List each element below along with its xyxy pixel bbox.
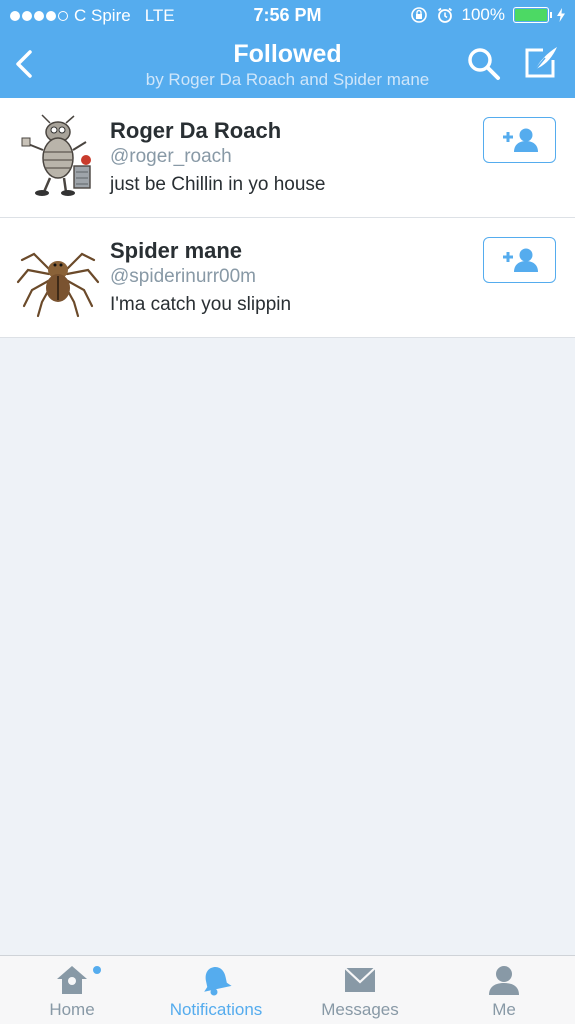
tab-me[interactable]: Me	[432, 956, 575, 1024]
user-bio: just be Chillin in yo house	[110, 174, 326, 195]
rotation-lock-icon	[410, 7, 427, 23]
roach-avatar-icon[interactable]	[16, 114, 100, 198]
alarm-icon	[437, 7, 452, 23]
tab-label: Messages	[321, 1000, 399, 1019]
top-bar: C Spire LTE 7:56 PM 100% Followed by Rog…	[0, 0, 575, 98]
charging-icon	[557, 8, 565, 22]
tab-label: Notifications	[169, 1000, 263, 1019]
search-button[interactable]	[466, 46, 502, 82]
tab-notifications[interactable]: Notifications	[144, 956, 288, 1024]
user-handle: @spiderinurr00m	[110, 266, 257, 287]
follow-button[interactable]	[483, 237, 556, 283]
tab-messages[interactable]: Messages	[288, 956, 432, 1024]
user-handle: @roger_roach	[110, 146, 232, 167]
add-user-icon	[502, 128, 538, 152]
user-list: Roger Da Roach @roger_roach just be Chil…	[0, 98, 575, 338]
status-right: 100%	[410, 5, 565, 25]
home-icon	[57, 966, 87, 994]
person-icon	[489, 966, 519, 995]
user-bio: I'ma catch you slippin	[110, 294, 292, 315]
nav-title-block: Followed by Roger Da Roach and Spider ma…	[100, 40, 475, 90]
user-row-roger[interactable]: Roger Da Roach @roger_roach just be Chil…	[0, 98, 575, 218]
spider-avatar-icon[interactable]	[16, 234, 100, 318]
follow-button[interactable]	[483, 117, 556, 163]
user-row-spider[interactable]: Spider mane @spiderinurr00m I'ma catch y…	[0, 218, 575, 338]
compose-tweet-button[interactable]	[523, 44, 559, 80]
page-subtitle: by Roger Da Roach and Spider mane	[145, 70, 430, 89]
tab-label: Me	[492, 1000, 516, 1019]
envelope-icon	[344, 967, 376, 992]
add-user-icon	[502, 248, 538, 272]
battery-percent: 100%	[461, 5, 505, 24]
back-button[interactable]	[12, 48, 38, 80]
page-title: Followed	[233, 40, 342, 68]
status-bar: C Spire LTE 7:56 PM 100%	[0, 0, 575, 32]
battery-icon	[513, 7, 552, 23]
bell-icon	[204, 967, 232, 996]
tab-home[interactable]: Home	[0, 956, 144, 1024]
tab-bar: Home Notifications Messages Me	[0, 955, 575, 1024]
home-notification-dot	[93, 966, 101, 974]
user-name[interactable]: Spider mane	[110, 238, 242, 264]
user-name[interactable]: Roger Da Roach	[110, 118, 281, 144]
tab-label: Home	[49, 1000, 95, 1019]
